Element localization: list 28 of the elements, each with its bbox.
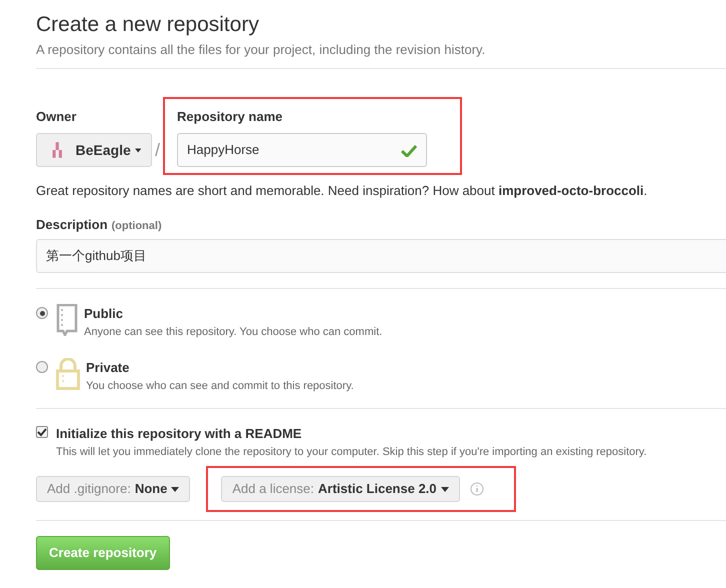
repository-name-label: Repository name — [177, 108, 284, 126]
description-field[interactable]: 第一个github项目 — [36, 239, 726, 273]
caret-icon — [440, 486, 449, 492]
readme-description: This will let you immediately clone the repository to your computer. Skip this step if you're importing an existing repository. — [56, 444, 647, 460]
description-label: Description — [36, 216, 108, 234]
license-dropdown[interactable]: Add a license: Artistic License 2.0 — [221, 476, 460, 502]
owner-dropdown[interactable]: BeEagle — [36, 133, 152, 167]
option-description: You choose who can see and commit to this repository. — [86, 378, 354, 394]
slash-separator: / — [155, 138, 160, 162]
optional-note: (optional) — [112, 218, 162, 234]
radio-button[interactable] — [36, 361, 48, 373]
option-title: Private — [86, 359, 130, 377]
caret-icon — [171, 486, 180, 492]
option-description: Anyone can see this repository. You choose who can commit. — [84, 324, 382, 340]
book-icon — [56, 304, 78, 336]
name-hint: Great repository names are short and memorable. Need inspiration? How about improved-octo-broccoli. — [36, 182, 648, 200]
lock-icon — [56, 358, 80, 390]
page-subtitle: A repository contains all the files for your project, including the revision history. — [36, 41, 486, 59]
owner-label: Owner — [36, 108, 78, 126]
radio-button[interactable] — [36, 307, 48, 319]
repository-name-field[interactable]: HappyHorse — [177, 133, 428, 167]
page-title: Create a new repository — [36, 12, 260, 38]
gitignore-dropdown[interactable]: Add .gitignore: None — [36, 476, 190, 502]
readme-checkbox[interactable] — [36, 426, 48, 438]
avatar-icon — [51, 140, 64, 160]
caret-icon — [134, 148, 141, 152]
option-title: Public — [84, 305, 124, 323]
readme-label: Initialize this repository with a README — [56, 425, 303, 443]
